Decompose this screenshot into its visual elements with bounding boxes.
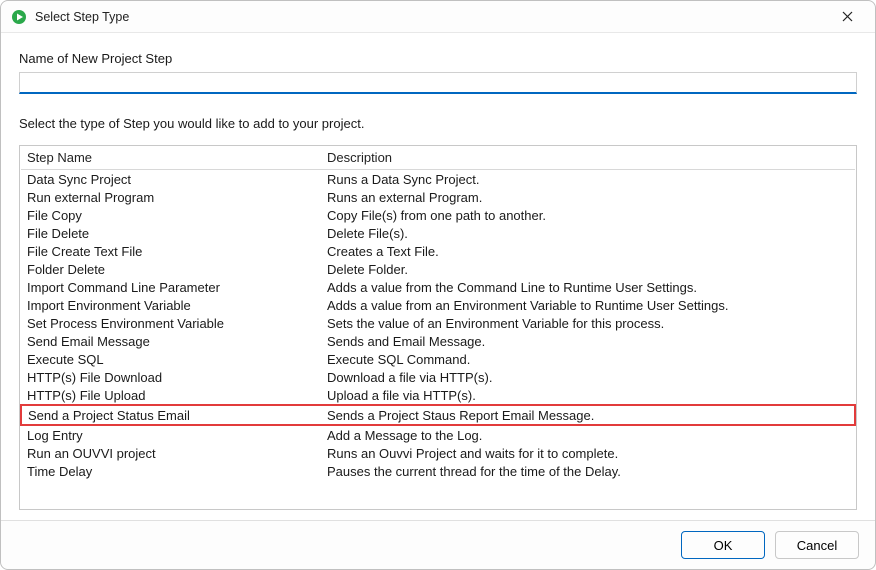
table-row[interactable]: HTTP(s) File DownloadDownload a file via… [21, 368, 855, 386]
table-row[interactable]: Data Sync ProjectRuns a Data Sync Projec… [21, 170, 855, 189]
cell-description: Upload a file via HTTP(s). [321, 386, 855, 405]
instruction-text: Select the type of Step you would like t… [19, 116, 857, 131]
cell-step-name: Folder Delete [21, 260, 321, 278]
cell-description: Creates a Text File. [321, 242, 855, 260]
step-name-label: Name of New Project Step [19, 51, 857, 66]
cell-description: Delete File(s). [321, 224, 855, 242]
cell-step-name: Log Entry [21, 425, 321, 444]
step-type-table: Step Name Description Data Sync ProjectR… [19, 145, 857, 510]
table-row[interactable]: File DeleteDelete File(s). [21, 224, 855, 242]
table-scroll[interactable]: Step Name Description Data Sync ProjectR… [20, 146, 856, 509]
cell-description: Runs an Ouvvi Project and waits for it t… [321, 444, 855, 462]
app-play-icon [11, 9, 27, 25]
step-name-input[interactable] [19, 72, 857, 94]
cell-description: Sends a Project Staus Report Email Messa… [321, 405, 855, 425]
cell-step-name: File Delete [21, 224, 321, 242]
titlebar: Select Step Type [1, 1, 875, 33]
cell-description: Runs an external Program. [321, 188, 855, 206]
cell-step-name: HTTP(s) File Download [21, 368, 321, 386]
col-step-name[interactable]: Step Name [21, 146, 321, 170]
dialog-footer: OK Cancel [1, 520, 875, 569]
cell-step-name: Execute SQL [21, 350, 321, 368]
table-row[interactable]: File Create Text FileCreates a Text File… [21, 242, 855, 260]
col-description[interactable]: Description [321, 146, 855, 170]
cell-step-name: HTTP(s) File Upload [21, 386, 321, 405]
dialog-body: Name of New Project Step Select the type… [1, 33, 875, 520]
cell-description: Execute SQL Command. [321, 350, 855, 368]
cell-step-name: File Copy [21, 206, 321, 224]
cell-step-name: Data Sync Project [21, 170, 321, 189]
table-row[interactable]: Run external ProgramRuns an external Pro… [21, 188, 855, 206]
cell-description: Sets the value of an Environment Variabl… [321, 314, 855, 332]
dialog-window: Select Step Type Name of New Project Ste… [0, 0, 876, 570]
cell-description: Copy File(s) from one path to another. [321, 206, 855, 224]
table-row[interactable]: Send Email MessageSends and Email Messag… [21, 332, 855, 350]
cell-step-name: File Create Text File [21, 242, 321, 260]
cell-step-name: Run external Program [21, 188, 321, 206]
cell-step-name: Time Delay [21, 462, 321, 480]
cell-step-name: Send a Project Status Email [21, 405, 321, 425]
table-row[interactable]: Run an OUVVI projectRuns an Ouvvi Projec… [21, 444, 855, 462]
cell-description: Sends and Email Message. [321, 332, 855, 350]
cell-step-name: Set Process Environment Variable [21, 314, 321, 332]
table-row[interactable]: Folder DeleteDelete Folder. [21, 260, 855, 278]
table-row[interactable]: Time DelayPauses the current thread for … [21, 462, 855, 480]
table-row[interactable]: Send a Project Status EmailSends a Proje… [21, 405, 855, 425]
window-title: Select Step Type [35, 10, 827, 24]
cell-description: Add a Message to the Log. [321, 425, 855, 444]
cell-description: Adds a value from the Command Line to Ru… [321, 278, 855, 296]
table-row[interactable]: HTTP(s) File UploadUpload a file via HTT… [21, 386, 855, 405]
table-row[interactable]: File CopyCopy File(s) from one path to a… [21, 206, 855, 224]
cell-description: Pauses the current thread for the time o… [321, 462, 855, 480]
cell-step-name: Send Email Message [21, 332, 321, 350]
table-row[interactable]: Execute SQLExecute SQL Command. [21, 350, 855, 368]
table-row[interactable]: Set Process Environment VariableSets the… [21, 314, 855, 332]
cancel-button[interactable]: Cancel [775, 531, 859, 559]
table-row[interactable]: Import Command Line ParameterAdds a valu… [21, 278, 855, 296]
cell-step-name: Run an OUVVI project [21, 444, 321, 462]
cell-step-name: Import Command Line Parameter [21, 278, 321, 296]
ok-button[interactable]: OK [681, 531, 765, 559]
table-row[interactable]: Log EntryAdd a Message to the Log. [21, 425, 855, 444]
cell-description: Delete Folder. [321, 260, 855, 278]
cell-description: Runs a Data Sync Project. [321, 170, 855, 189]
cell-step-name: Import Environment Variable [21, 296, 321, 314]
table-row[interactable]: Import Environment VariableAdds a value … [21, 296, 855, 314]
cell-description: Download a file via HTTP(s). [321, 368, 855, 386]
table-header-row: Step Name Description [21, 146, 855, 170]
close-button[interactable] [827, 3, 867, 31]
cell-description: Adds a value from an Environment Variabl… [321, 296, 855, 314]
